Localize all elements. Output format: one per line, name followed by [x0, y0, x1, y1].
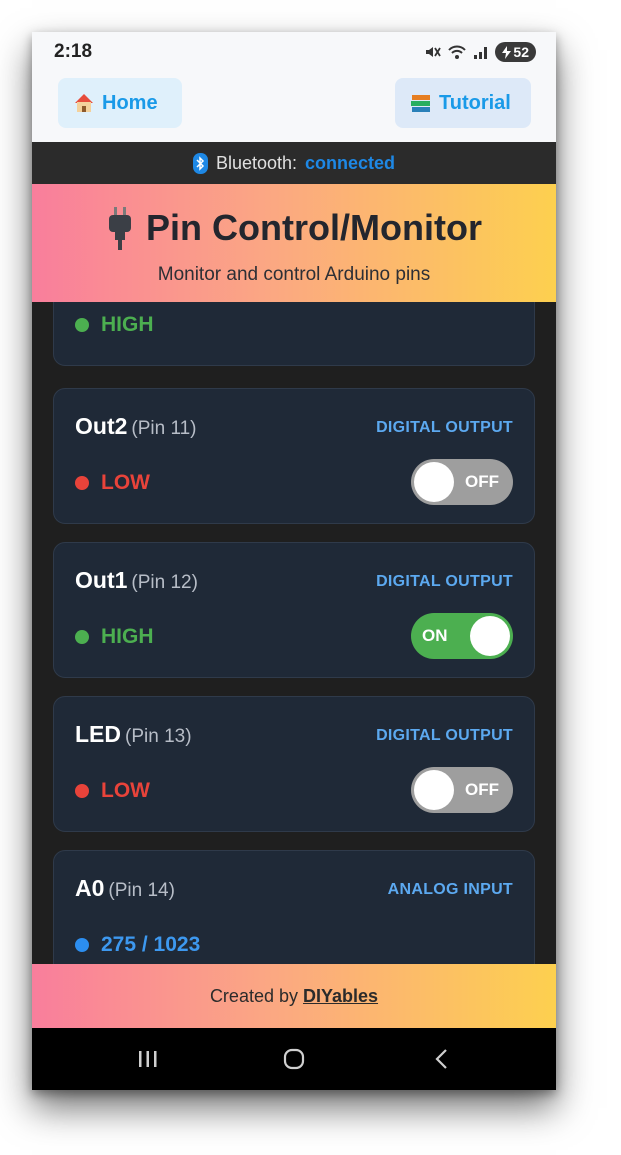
system-nav-bar [32, 1028, 556, 1090]
pin-name: LED [75, 721, 121, 747]
tutorial-button[interactable]: Tutorial [395, 78, 531, 128]
pin-state-text: LOW [101, 471, 150, 494]
bluetooth-label: Bluetooth: [215, 152, 298, 173]
recent-apps-icon [139, 1051, 157, 1067]
pin-state-text: HIGH [101, 313, 154, 336]
bluetooth-state: connected [305, 152, 396, 173]
status-bar: 2:18 52 [32, 32, 556, 72]
home-button[interactable]: Home [58, 78, 182, 128]
signal-icon [474, 47, 488, 59]
status-dot-icon [75, 784, 89, 798]
home-system-button[interactable] [274, 1044, 314, 1074]
charging-icon [502, 45, 512, 59]
pin-state: HIGH [75, 313, 154, 337]
plug-icon [109, 207, 132, 250]
pin-state-text: LOW [101, 779, 150, 802]
pin-state: 275 / 1023 [75, 933, 200, 957]
pin-type: DIGITAL OUTPUT [376, 727, 513, 744]
pin-name: Out2 [75, 413, 128, 439]
pin-number: (Pin 12) [131, 572, 198, 593]
toggle-label: OFF [465, 472, 499, 491]
footer-prefix: Created by [209, 985, 298, 1006]
pin-title: LED (Pin 13) [75, 721, 192, 748]
pin-title: Out1 (Pin 12) [75, 567, 198, 594]
top-nav: Home Tutorial [32, 72, 556, 142]
status-icons: 52 [423, 42, 536, 62]
status-dot-icon [75, 630, 89, 644]
pin-name: Out1 [75, 567, 128, 593]
wifi-icon [448, 45, 467, 59]
bluetooth-status-bar: Bluetooth: connected [32, 142, 556, 184]
status-dot-icon [75, 938, 89, 952]
out2-toggle[interactable]: OFF [411, 459, 513, 505]
status-dot-icon [75, 318, 89, 332]
pin-title: A0 (Pin 14) [75, 875, 175, 902]
house-icon [75, 94, 93, 112]
pin-card-out2: Out2 (Pin 11) DIGITAL OUTPUT LOW OFF [53, 388, 535, 524]
page-title: Pin Control/Monitor [146, 207, 482, 248]
tutorial-label: Tutorial [439, 91, 511, 114]
pin-state-text: 275 / 1023 [101, 933, 201, 956]
pin-name: A0 [75, 875, 105, 901]
pin-card-a0: A0 (Pin 14) ANALOG INPUT 275 / 1023 [53, 850, 535, 964]
page-footer: Created by DIYables [32, 964, 556, 1028]
led-toggle[interactable]: OFF [411, 767, 513, 813]
mute-icon [426, 47, 442, 57]
pin-type: DIGITAL OUTPUT [376, 573, 513, 590]
pin-number: (Pin 11) [131, 418, 197, 439]
battery-level: 52 [513, 44, 529, 60]
back-chevron-icon [435, 1049, 447, 1069]
status-time: 2:18 [54, 41, 93, 62]
pin-number: (Pin 13) [125, 726, 192, 747]
pin-state: LOW [75, 779, 150, 803]
home-circle-icon [283, 1048, 305, 1070]
page-header: Pin Control/Monitor Monitor and control … [32, 184, 556, 302]
recent-apps-button[interactable] [128, 1044, 168, 1074]
home-label: Home [102, 91, 158, 114]
page-subtitle: Monitor and control Arduino pins [157, 264, 431, 285]
toggle-label: ON [422, 626, 448, 645]
pin-card-led: LED (Pin 13) DIGITAL OUTPUT LOW OFF [53, 696, 535, 832]
phone-screen: 2:18 52 Home Tutorial Bluetooth: connect… [32, 32, 556, 1090]
toggle-knob [414, 462, 454, 502]
pin-card-out1: Out1 (Pin 12) DIGITAL OUTPUT HIGH ON [53, 542, 535, 678]
pin-state: LOW [75, 471, 150, 495]
pin-title: Out2 (Pin 11) [75, 413, 197, 440]
status-dot-icon [75, 476, 89, 490]
pin-state: HIGH [75, 625, 154, 649]
header-title-row: Pin Control/Monitor [32, 206, 556, 250]
battery-indicator: 52 [495, 42, 536, 62]
toggle-knob [470, 616, 510, 656]
pin-state-text: HIGH [101, 625, 154, 648]
bluetooth-icon [192, 152, 208, 174]
pin-type: DIGITAL OUTPUT [376, 419, 513, 436]
pin-type: ANALOG INPUT [387, 881, 513, 898]
books-icon [411, 95, 430, 112]
pin-list[interactable]: HIGH Out2 (Pin 11) DIGITAL OUTPUT LOW OFF… [32, 302, 556, 964]
toggle-label: OFF [465, 780, 499, 799]
toggle-knob [414, 770, 454, 810]
out1-toggle[interactable]: ON [411, 613, 513, 659]
diyables-link[interactable]: DIYables [303, 986, 378, 1007]
pin-card-partial: HIGH [53, 302, 535, 366]
back-button[interactable] [422, 1044, 462, 1074]
pin-number: (Pin 14) [108, 880, 175, 901]
